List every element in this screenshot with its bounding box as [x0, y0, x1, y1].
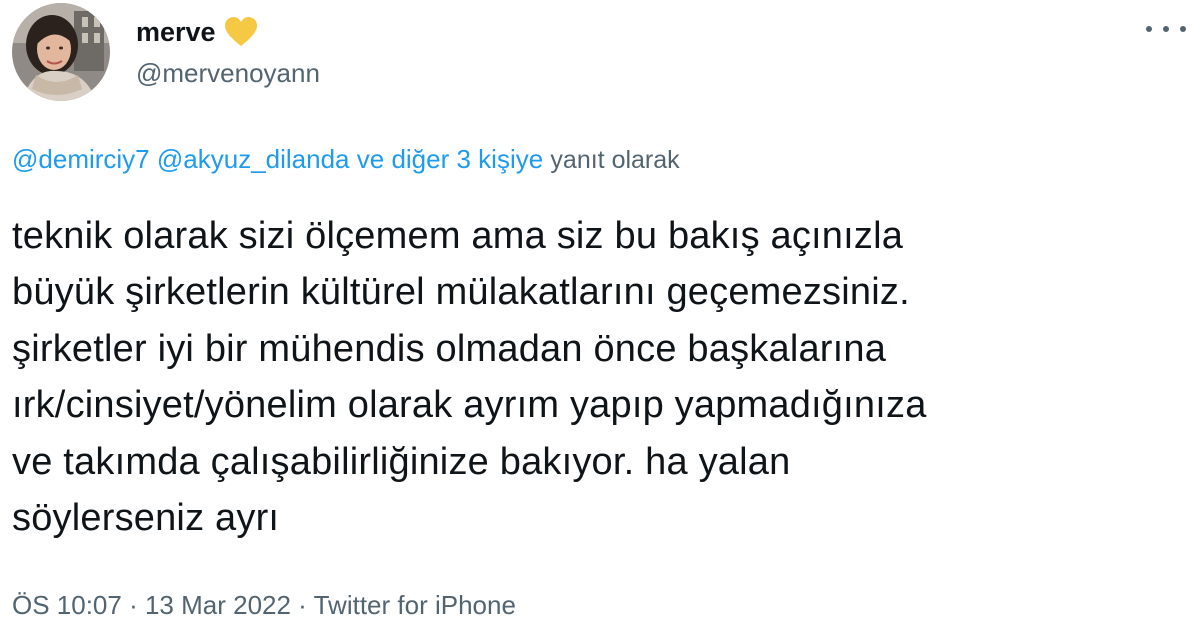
tweet-date[interactable]: 13 Mar 2022 — [145, 590, 291, 620]
tweet-meta: ÖS 10:07 · 13 Mar 2022 · Twitter for iPh… — [12, 590, 516, 621]
reply-context: @demirciy7 @akyuz_dilanda ve diğer 3 kiş… — [12, 144, 680, 175]
tweet-source[interactable]: Twitter for iPhone — [314, 590, 516, 620]
author-name-row: merve — [136, 10, 258, 54]
author-handle[interactable]: @mervenoyann — [136, 58, 320, 89]
meta-separator: · — [121, 590, 145, 620]
reply-suffix: yanıt olarak — [550, 146, 680, 174]
mention-link[interactable]: @demirciy7 — [12, 144, 150, 174]
meta-separator: · — [290, 590, 314, 620]
tweet-time[interactable]: ÖS 10:07 — [12, 590, 122, 620]
avatar[interactable] — [12, 3, 110, 101]
yellow-heart-icon — [224, 16, 258, 48]
tweet-text: teknik olarak sizi ölçemem ama siz bu ba… — [12, 215, 927, 540]
avatar-photo — [12, 3, 110, 101]
others-link[interactable]: ve diğer 3 kişiye — [357, 144, 543, 174]
more-dot — [1163, 26, 1169, 32]
mention-link[interactable]: @akyuz_dilanda — [157, 144, 350, 174]
more-dot — [1146, 26, 1152, 32]
more-dot — [1180, 26, 1186, 32]
more-options-icon[interactable] — [1146, 16, 1186, 42]
display-name[interactable]: merve — [136, 17, 216, 48]
